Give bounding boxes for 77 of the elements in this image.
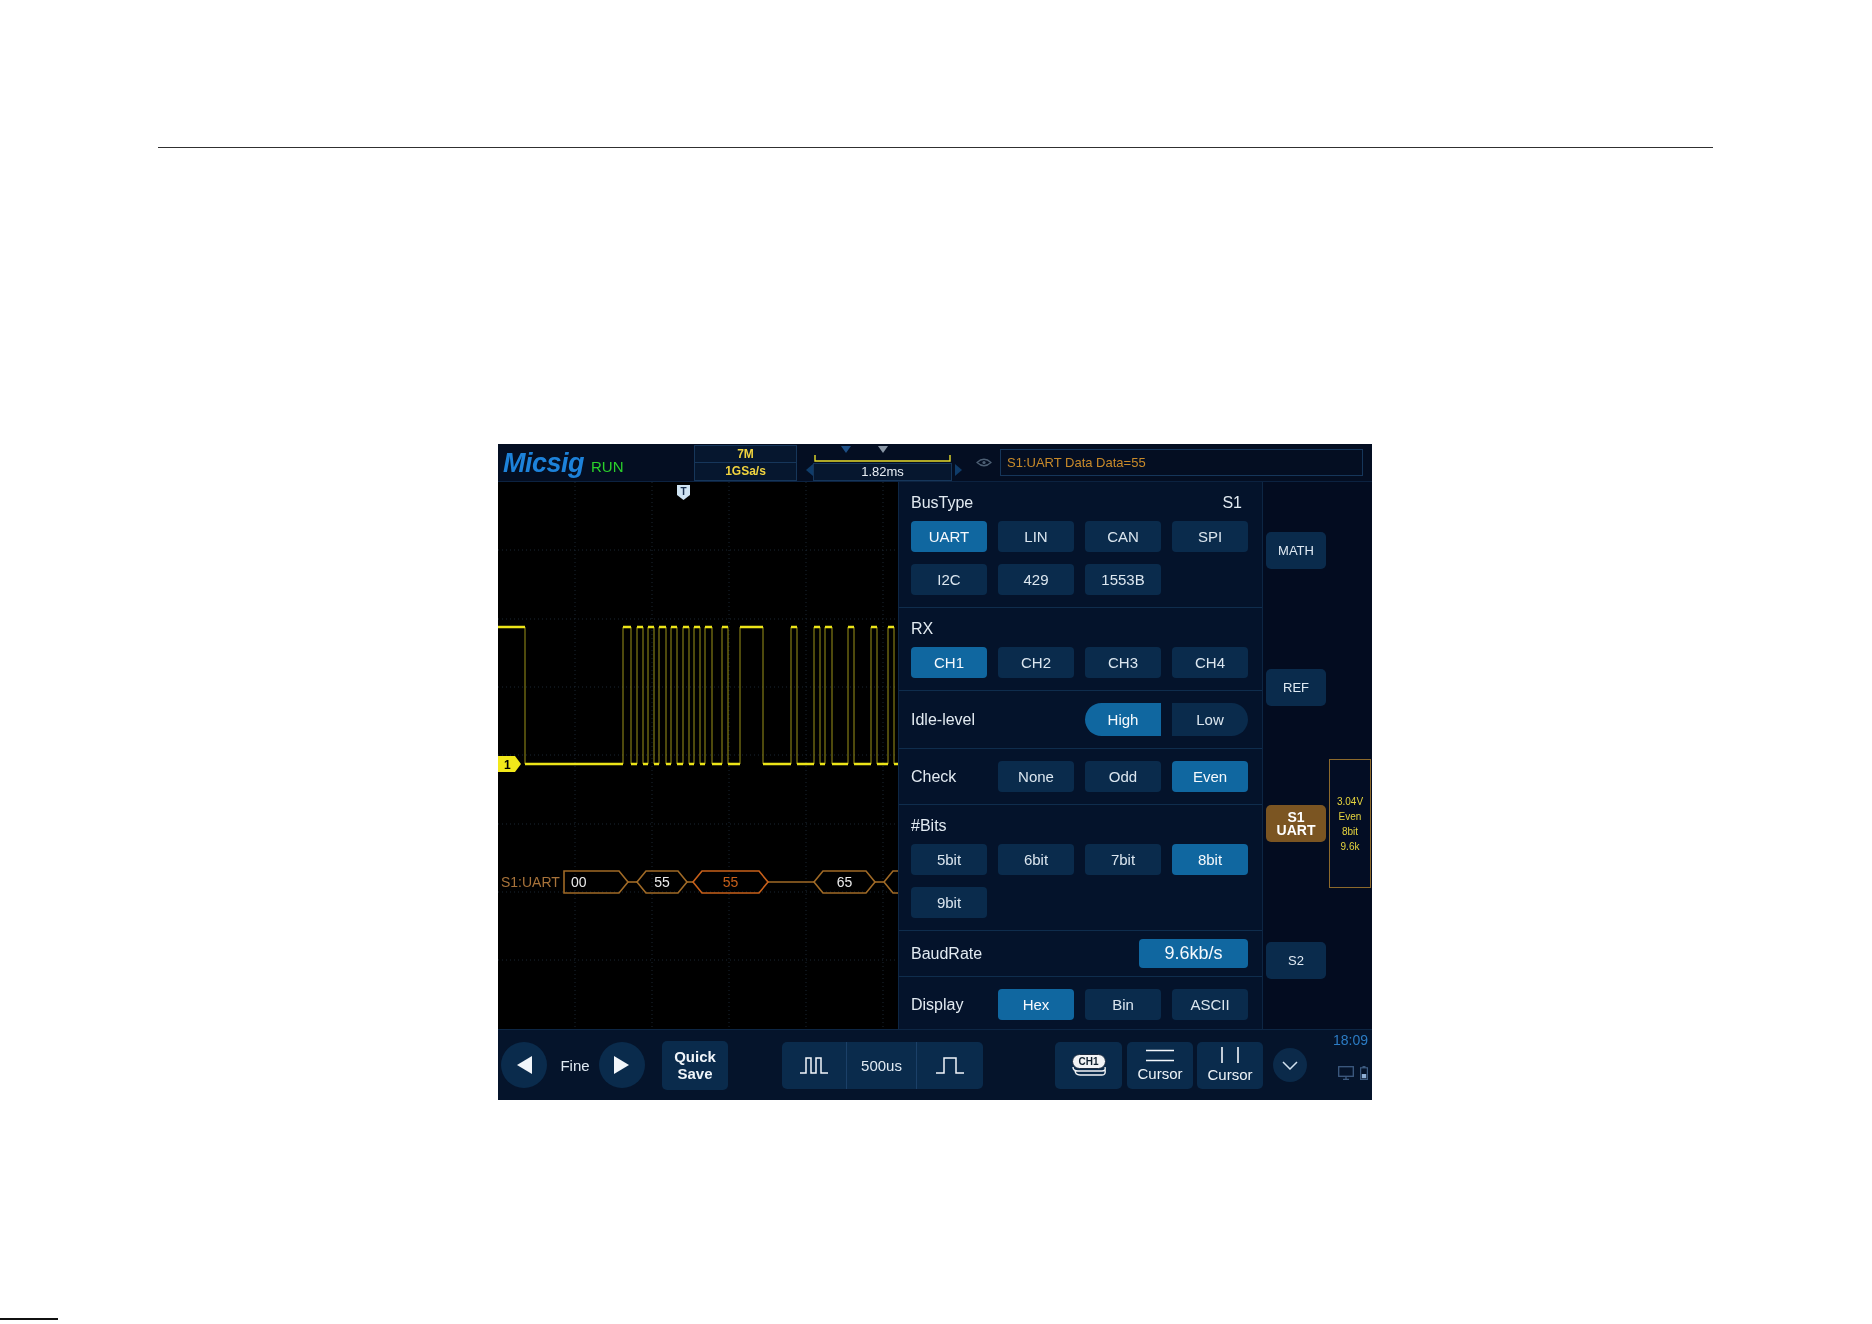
chevron-down-icon — [1282, 1060, 1298, 1070]
option-button[interactable]: CH1 — [911, 647, 987, 678]
quick-save-button[interactable]: Quick Save — [662, 1040, 728, 1090]
side-button[interactable]: REF — [1266, 668, 1326, 706]
channel-button[interactable]: CH1 — [1055, 1041, 1122, 1089]
option-button[interactable]: CH3 — [1085, 647, 1161, 678]
option-button[interactable]: High — [1085, 703, 1161, 736]
option-button[interactable]: SPI — [1172, 521, 1248, 552]
option-button[interactable]: UART — [911, 521, 987, 552]
vertical-cursor-button[interactable]: Cursor — [1197, 1041, 1263, 1089]
previous-button[interactable] — [501, 1042, 547, 1088]
option-button[interactable]: 429 — [998, 564, 1074, 595]
double-pulse-icon — [798, 1056, 829, 1074]
option-button[interactable]: 5bit — [911, 844, 987, 875]
option-button[interactable]: Low — [1172, 703, 1248, 736]
decoded-byte: 55 — [635, 870, 689, 894]
option-button[interactable]: Hex — [998, 989, 1074, 1020]
option-button[interactable]: CH2 — [998, 647, 1074, 678]
next-button[interactable] — [599, 1042, 645, 1088]
trigger-marker[interactable]: T — [677, 485, 690, 500]
bus-name: S1 — [1222, 494, 1242, 512]
option-button[interactable]: Odd — [1085, 761, 1161, 792]
left-triangle-icon — [515, 1055, 533, 1075]
sample-rate: 1GSa/s — [694, 463, 797, 481]
option-button[interactable]: Bin — [1085, 989, 1161, 1020]
setting-label: Idle-level — [911, 710, 977, 729]
expand-button[interactable] — [1273, 1048, 1307, 1082]
setting-label: Check — [911, 767, 958, 786]
setting-label: BaudRate — [911, 944, 983, 963]
horizontal-cursor-button[interactable]: Cursor — [1127, 1041, 1193, 1089]
status-message: S1:UART Data Data=55 — [1000, 449, 1363, 476]
summary-value: 3.04V — [1336, 795, 1364, 810]
side-button[interactable]: S1 UART — [1266, 805, 1326, 843]
setting-label: #Bits — [911, 817, 947, 835]
monitor-icon[interactable] — [1338, 1065, 1354, 1080]
battery-icon — [1360, 1065, 1368, 1080]
run-status: RUN — [591, 457, 624, 475]
decoded-byte: 65 — [812, 870, 877, 894]
decoded-byte: 00 — [563, 870, 630, 894]
option-button[interactable]: ASCII — [1172, 989, 1248, 1020]
option-button[interactable]: CAN — [1085, 521, 1161, 552]
down-triangle-icon[interactable] — [878, 446, 888, 453]
channel-badge: CH1 — [1071, 1054, 1106, 1069]
brand-logo: Micsig — [503, 447, 585, 478]
timebase-value: 500us — [845, 1041, 917, 1089]
bus-label: S1:UART — [501, 874, 560, 890]
setting-label: BusType — [911, 494, 974, 512]
stacked-pills-icon — [1071, 1067, 1106, 1076]
clock-time: 18:09 — [1332, 1031, 1368, 1048]
side-button[interactable]: S2 — [1266, 942, 1326, 980]
setting-label: RX — [911, 620, 934, 638]
decoded-byte: 55 — [691, 870, 770, 894]
value-field[interactable]: 9.6kb/s — [1139, 939, 1248, 968]
time-offset: 1.82ms — [813, 463, 952, 481]
right-triangle-icon — [613, 1055, 631, 1075]
side-button[interactable]: MATH — [1266, 531, 1326, 569]
option-button[interactable]: 8bit — [1172, 844, 1248, 875]
option-button[interactable]: 1553B — [1085, 564, 1161, 595]
memory-depth: 7M — [694, 445, 797, 463]
setting-label: Display — [911, 995, 965, 1014]
summary-value: Even — [1338, 810, 1362, 825]
option-button[interactable]: 7bit — [1085, 844, 1161, 875]
horizontal-lines-icon — [1146, 1048, 1174, 1062]
option-button[interactable]: I2C — [911, 564, 987, 595]
option-button[interactable]: 6bit — [998, 844, 1074, 875]
option-button[interactable]: Even — [1172, 761, 1248, 792]
step-mode-label: Fine — [559, 1056, 591, 1074]
option-button[interactable]: LIN — [998, 521, 1074, 552]
vertical-lines-icon — [1218, 1047, 1242, 1063]
eye-icon[interactable] — [976, 458, 992, 467]
single-pulse-icon — [935, 1056, 966, 1074]
channel-marker[interactable]: 1 — [498, 756, 521, 772]
option-button[interactable]: None — [998, 761, 1074, 792]
summary-value: 8bit — [1341, 825, 1359, 840]
summary-value: 9.6k — [1340, 840, 1360, 855]
option-button[interactable]: 9bit — [911, 887, 987, 918]
option-button[interactable]: CH4 — [1172, 647, 1248, 678]
